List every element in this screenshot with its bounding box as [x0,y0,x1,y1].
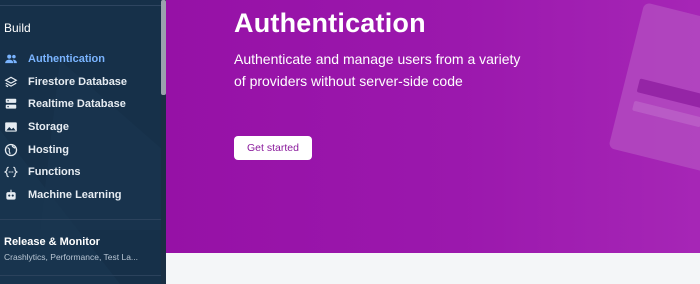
sidebar-section-subtitle: Crashlytics, Performance, Test La... [4,252,139,262]
get-started-button[interactable]: Get started [234,136,312,160]
firestore-icon [0,71,22,93]
users-icon [0,48,22,70]
sidebar-item-label: Functions [28,166,81,179]
database-icon [0,93,22,115]
sidebar-divider [0,275,161,276]
robot-icon [0,184,22,206]
sidebar-item-functions[interactable]: Functions [0,161,161,184]
globe-icon [0,139,22,161]
hero-description: Authenticate and manage users from a var… [234,51,521,89]
sidebar-item-label: Machine Learning [28,188,122,201]
sidebar-item-label: Storage [28,121,69,134]
sidebar-section-release-monitor[interactable]: Release & Monitor [4,236,100,248]
sidebar-item-realtime-database[interactable]: Realtime Database [0,93,161,116]
hero-illustration [609,3,700,174]
hero-banner: Authentication Authenticate and manage u… [166,0,700,253]
sidebar-divider [0,219,161,220]
sidebar-item-label: Firestore Database [28,75,128,88]
section-title-build: Build [4,21,31,35]
page-title: Authentication [234,8,426,38]
sidebar: Build Authentication Firestore Database … [0,0,163,284]
sidebar-item-storage[interactable]: Storage [0,116,161,139]
sidebar-item-firestore[interactable]: Firestore Database [0,71,161,94]
sidebar-item-label: Hosting [28,143,69,156]
sidebar-item-label: Realtime Database [28,98,126,111]
sidebar-item-hosting[interactable]: Hosting [0,138,161,161]
image-icon [0,116,22,138]
top-divider [0,5,161,6]
braces-icon [0,161,22,183]
build-nav: Authentication Firestore Database Realti… [0,48,161,206]
sidebar-item-label: Authentication [28,53,105,66]
sidebar-item-authentication[interactable]: Authentication [0,48,161,71]
sidebar-item-machine-learning[interactable]: Machine Learning [0,184,161,207]
